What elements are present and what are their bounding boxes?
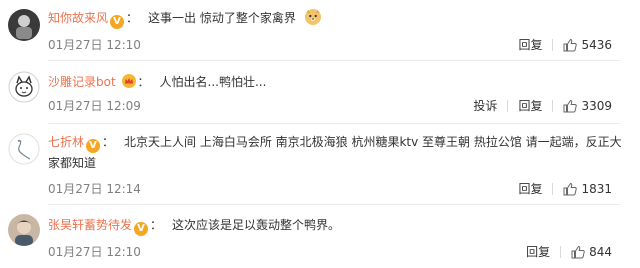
reply-button[interactable]: 回复 xyxy=(518,98,542,114)
timestamp: 01月27日 12:10 xyxy=(48,245,141,259)
timestamp: 01月27日 12:09 xyxy=(48,99,141,113)
verified-badge-icon: V xyxy=(86,139,101,153)
reply-button[interactable]: 回复 xyxy=(518,181,542,197)
comment-text: 人怕出名...鸭怕壮... xyxy=(159,75,267,89)
timestamp: 01月27日 12:10 xyxy=(48,38,141,52)
comment-actions: 回复 844 xyxy=(526,244,612,260)
avatar[interactable] xyxy=(8,133,40,165)
comment-text: 这次应该是足以轰动整个鸭界。 xyxy=(172,218,341,232)
comment-text: 北京天上人间 上海白马会所 南京北极海狼 杭州糖果ktv 至尊王朝 热拉公馆 请… xyxy=(48,135,622,170)
like-button[interactable]: 5436 xyxy=(563,37,612,53)
avatar[interactable] xyxy=(8,214,40,246)
crown-badge-icon xyxy=(121,74,136,88)
comment-line: 张昊轩蓄势待发 V：这次应该是足以轰动整个鸭界。 xyxy=(48,218,341,236)
like-button[interactable]: 3309 xyxy=(563,98,612,114)
comment-actions: 投诉 回复 3309 xyxy=(473,98,612,114)
username-link[interactable]: 张昊轩蓄势待发 xyxy=(48,218,132,232)
divider xyxy=(560,246,562,258)
divider xyxy=(552,39,554,51)
comment-item: 七折林 V：北京天上人间 上海白马会所 南京北极海狼 杭州糖果ktv 至尊王朝 热… xyxy=(0,124,640,204)
like-count: 3309 xyxy=(581,99,612,113)
like-count: 5436 xyxy=(581,38,612,52)
avatar[interactable] xyxy=(8,9,40,41)
avatar[interactable] xyxy=(8,71,40,103)
thumbs-up-icon xyxy=(571,245,585,259)
thumbs-up-icon xyxy=(563,182,578,196)
comment-line: 沙雕记录bot ：人怕出名...鸭怕壮... xyxy=(48,74,267,89)
thumbs-up-icon xyxy=(563,38,578,52)
divider xyxy=(552,183,554,195)
like-button[interactable]: 1831 xyxy=(563,181,612,197)
comment-actions: 回复 1831 xyxy=(518,181,612,197)
divider xyxy=(507,100,509,112)
thumbs-up-icon xyxy=(563,99,578,113)
like-count: 1831 xyxy=(581,182,612,196)
like-button[interactable]: 844 xyxy=(571,244,612,260)
username-link[interactable]: 七折林 xyxy=(48,135,84,149)
verified-badge-icon: V xyxy=(110,15,125,29)
comment-line: 七折林 V：北京天上人间 上海白马会所 南京北极海狼 杭州糖果ktv 至尊王朝 热… xyxy=(48,135,622,170)
timestamp: 01月27日 12:14 xyxy=(48,182,141,196)
username-link[interactable]: 沙雕记录bot xyxy=(48,75,116,89)
comment-actions: 回复 5436 xyxy=(518,37,612,53)
like-count: 844 xyxy=(589,245,612,259)
comment-text: 这事一出 惊动了整个家禽界 xyxy=(148,11,296,25)
comment-item: 沙雕记录bot ：人怕出名...鸭怕壮... 01月27日 12:09 投诉 回… xyxy=(0,61,640,123)
doge-emoji-icon xyxy=(304,9,321,25)
divider xyxy=(552,100,554,112)
reply-button[interactable]: 回复 xyxy=(518,37,542,53)
report-button[interactable]: 投诉 xyxy=(473,98,497,114)
comment-line: 知你故来风 V：这事一出 惊动了整个家禽界 xyxy=(48,8,624,29)
verified-badge-icon: V xyxy=(134,222,149,236)
reply-button[interactable]: 回复 xyxy=(526,244,550,260)
comment-item: 知你故来风 V：这事一出 惊动了整个家禽界 01月27日 12:10 回复 543… xyxy=(0,0,640,60)
username-link[interactable]: 知你故来风 xyxy=(48,11,108,25)
comment-item: 张昊轩蓄势待发 V：这次应该是足以轰动整个鸭界。 01月27日 12:10 回复 … xyxy=(0,205,640,268)
